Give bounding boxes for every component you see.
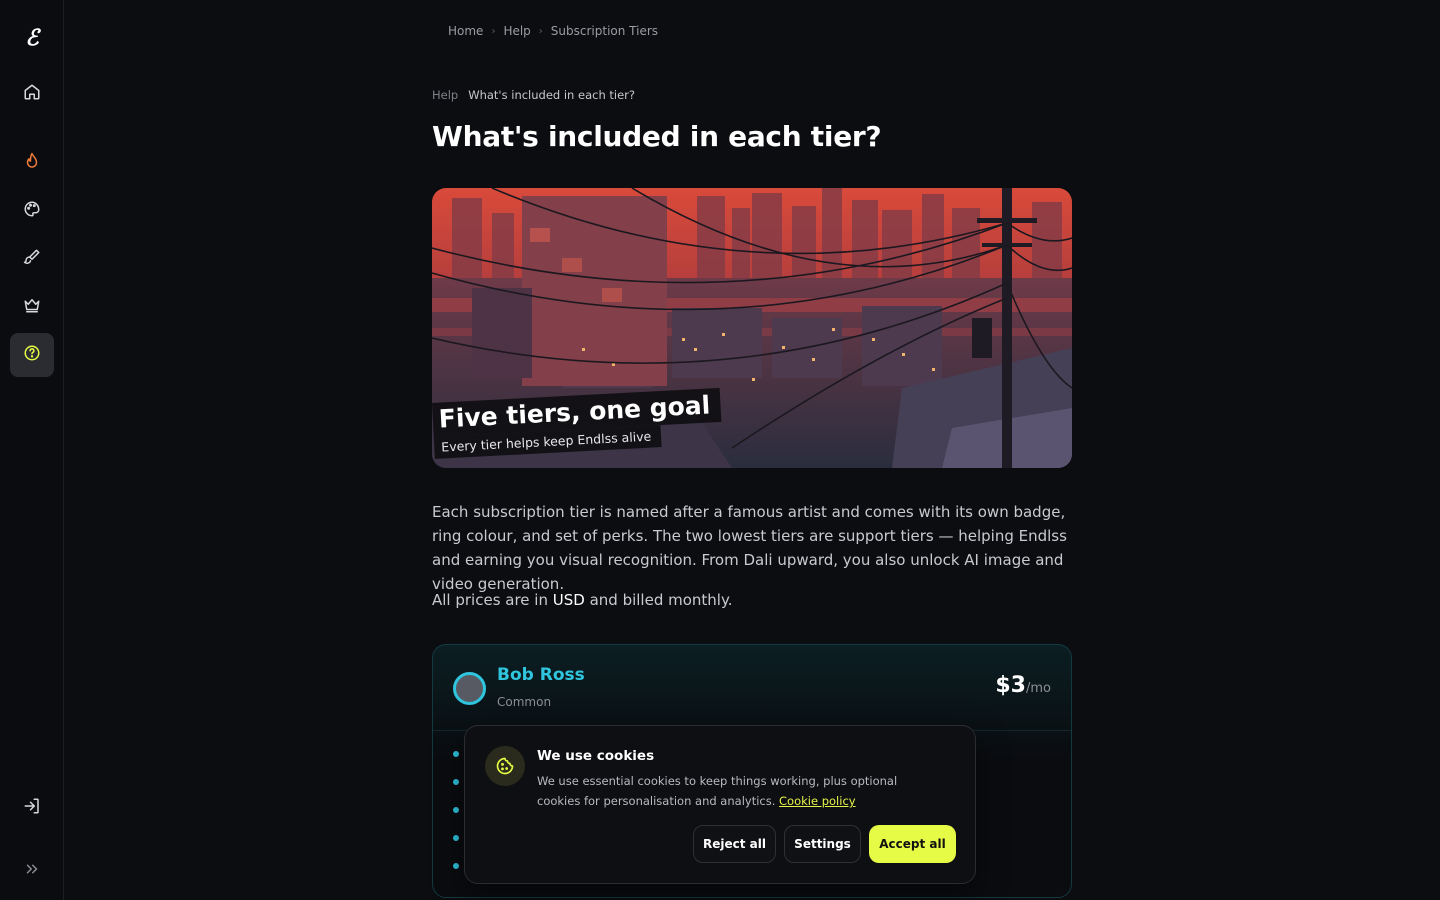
tier-price-amount: $3 [995, 673, 1026, 698]
brush-icon [23, 248, 41, 270]
cookie-settings-button[interactable]: Settings [784, 825, 861, 863]
pricing-note-prefix: All prices are in [432, 591, 553, 609]
list-item-bullet [453, 835, 459, 841]
list-item-bullet [453, 779, 459, 785]
tier-price-period: /mo [1026, 681, 1051, 696]
breadcrumb-current: Subscription Tiers [550, 24, 659, 38]
tier-card-header: Bob Ross Common $3 /mo [433, 645, 1071, 731]
cookie-policy-link[interactable]: Cookie policy [779, 794, 856, 808]
article-breadcrumb: Help What's included in each tier? [432, 88, 635, 102]
palette-icon [23, 200, 41, 222]
app-logo[interactable]: ℰ [18, 24, 46, 52]
home-icon [23, 83, 41, 105]
accept-all-button[interactable]: Accept all [869, 825, 956, 863]
chevrons-right-icon [23, 860, 41, 882]
sidebar-expand-button[interactable] [10, 849, 54, 893]
hero-image: Five tiers, one goal Every tier helps ke… [432, 188, 1072, 468]
sidebar-item-create[interactable] [10, 237, 54, 281]
page-title: What's included in each tier? [432, 120, 882, 153]
article-crumb-current: What's included in each tier? [468, 88, 636, 102]
crown-icon [23, 296, 41, 318]
sidebar-item-tiers[interactable] [10, 285, 54, 329]
sidebar: ℰ [0, 0, 64, 900]
chevron-right-icon: › [538, 25, 543, 37]
list-item-bullet [453, 807, 459, 813]
login-icon [23, 797, 41, 819]
chevron-right-icon: › [491, 25, 496, 37]
article-crumb-parent[interactable]: Help [432, 88, 458, 102]
pricing-note-suffix: and billed monthly. [584, 591, 733, 609]
tier-name: Bob Ross [497, 665, 585, 685]
sidebar-item-login[interactable] [10, 786, 54, 830]
flame-icon [23, 152, 41, 174]
tier-rarity: Common [497, 695, 552, 709]
list-item-bullet [453, 751, 459, 757]
tier-perks-list [453, 751, 459, 891]
tier-badge-ring [453, 672, 486, 705]
breadcrumb: Home › Help › Subscription Tiers [448, 24, 658, 38]
sidebar-item-trending[interactable] [10, 141, 54, 185]
cookie-title: We use cookies [537, 748, 655, 764]
list-item-bullet [453, 863, 459, 869]
breadcrumb-help[interactable]: Help [503, 24, 530, 38]
pricing-note: All prices are in USD and billed monthly… [432, 588, 732, 612]
reject-all-button[interactable]: Reject all [693, 825, 776, 863]
cookie-banner: We use cookies We use essential cookies … [464, 725, 976, 884]
tier-price: $3 /mo [995, 673, 1051, 698]
cookie-description: We use essential cookies to keep things … [537, 771, 937, 811]
intro-paragraph: Each subscription tier is named after a … [432, 503, 1067, 593]
sidebar-item-help[interactable] [10, 333, 54, 377]
sidebar-item-palette[interactable] [10, 189, 54, 233]
breadcrumb-home[interactable]: Home [448, 24, 483, 38]
help-circle-icon [23, 344, 41, 366]
currency-label: USD [552, 591, 585, 609]
cookie-icon [485, 746, 525, 786]
sidebar-item-home[interactable] [10, 72, 54, 116]
